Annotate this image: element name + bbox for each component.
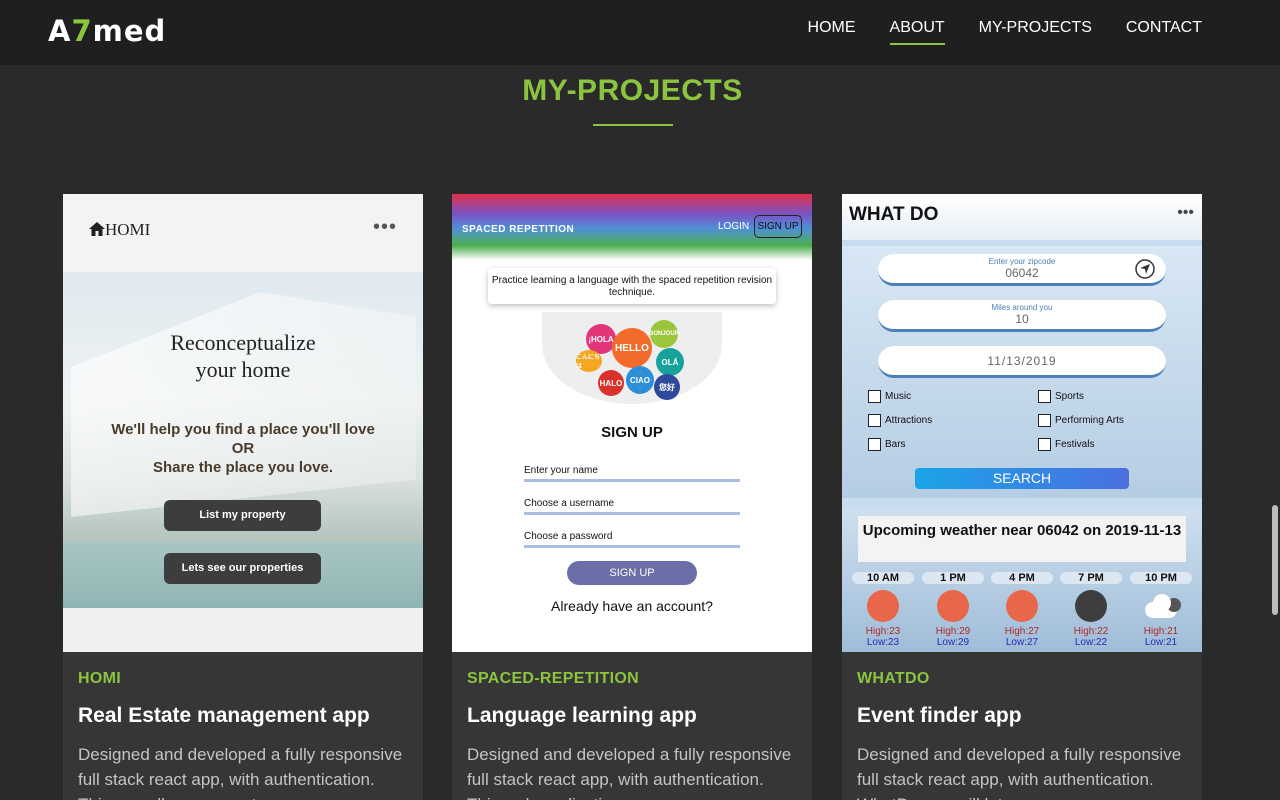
checkbox-performing-arts: Performing Arts bbox=[1038, 414, 1124, 427]
nav-link-about[interactable]: ABOUT bbox=[889, 19, 945, 45]
project-description: Designed and developed a fully responsiv… bbox=[78, 745, 403, 800]
project-card-spaced-repetition[interactable]: SPACED REPETITION LOGIN SIGN UP Practice… bbox=[452, 194, 812, 800]
card-body: WHATDO Event finder app Designed and dev… bbox=[857, 670, 1190, 800]
page-scrollbar[interactable] bbox=[1270, 0, 1280, 800]
sr-signup-heading: SIGN UP bbox=[601, 424, 663, 441]
project-title: Real Estate management app bbox=[78, 704, 370, 727]
bubble-halo: HALO bbox=[598, 370, 624, 396]
wd-header: WHAT DO ••• bbox=[842, 194, 1202, 240]
forecast-slot: 4 PM High:27 Low:27 bbox=[991, 572, 1053, 652]
sr-submit-button: SIGN UP bbox=[567, 561, 697, 585]
bubble-ciao: CIAO bbox=[626, 366, 654, 394]
checkbox-festivals: Festivals bbox=[1038, 438, 1094, 451]
forecast-slot: 10 AM High:23 Low:23 bbox=[852, 572, 914, 652]
nav-link-contact[interactable]: CONTACT bbox=[1126, 19, 1202, 45]
checkbox-attractions: Attractions bbox=[868, 414, 932, 427]
sr-already-account-link: Already have an account? bbox=[551, 598, 713, 614]
nav-links: HOME ABOUT MY-PROJECTS CONTACT bbox=[808, 19, 1202, 45]
homi-subheadline: We'll help you find a place you'll love O… bbox=[111, 421, 375, 476]
project-tag: WHATDO bbox=[857, 670, 930, 687]
card-body: HOMI Real Estate management app Designed… bbox=[78, 670, 411, 800]
homi-brand: HOMI bbox=[89, 220, 150, 240]
forecast-slot: 1 PM High:29 Low:29 bbox=[922, 572, 984, 652]
sr-login-link: LOGIN bbox=[718, 221, 750, 232]
forecast-slot: 10 PM High:21 Low:21 bbox=[1130, 572, 1192, 652]
weather-title: Upcoming weather near 06042 on 2019-11-1… bbox=[858, 516, 1186, 562]
homi-header: HOMI ••• bbox=[63, 194, 423, 272]
card-body: SPACED-REPETITION Language learning app … bbox=[467, 670, 800, 800]
username-field: Choose a username bbox=[524, 498, 740, 515]
list-property-button: List my property bbox=[164, 500, 321, 531]
date-input: 11/13/2019 bbox=[878, 346, 1166, 378]
checkbox-sports: Sports bbox=[1038, 390, 1084, 403]
nav-link-my-projects[interactable]: MY-PROJECTS bbox=[979, 19, 1092, 45]
weather-panel: Upcoming weather near 06042 on 2019-11-1… bbox=[842, 508, 1202, 652]
bubble-ninhao: 您好 bbox=[654, 374, 680, 400]
language-bubbles-illustration: ¡HOLA HELLO BONJOUR OLÁ CIAO HALO こんにちは … bbox=[542, 312, 722, 404]
wd-brand: WHAT DO bbox=[849, 204, 939, 225]
more-menu-icon: ••• bbox=[372, 216, 397, 238]
bubble-konnichiwa: こんにちは bbox=[576, 350, 602, 372]
miles-input: Miles around you 10 bbox=[878, 300, 1166, 332]
location-icon bbox=[1135, 259, 1155, 279]
top-nav: A7med HOME ABOUT MY-PROJECTS CONTACT bbox=[0, 0, 1280, 65]
bubble-bonjour: BONJOUR bbox=[649, 320, 679, 348]
sun-icon bbox=[1006, 590, 1038, 622]
sr-signup-link: SIGN UP bbox=[754, 215, 802, 238]
project-screenshot-whatdo[interactable]: WHAT DO ••• Enter your zipcode 06042 Mile… bbox=[842, 194, 1202, 652]
project-tag: HOMI bbox=[78, 670, 121, 687]
forecast-slot: 7 PM High:22 Low:22 bbox=[1060, 572, 1122, 652]
sr-brand: SPACED REPETITION bbox=[462, 224, 575, 235]
homi-headline: Reconceptualize your home bbox=[170, 330, 316, 382]
section-title: MY-PROJECTS bbox=[522, 74, 743, 107]
title-underline bbox=[593, 124, 673, 126]
name-field: Enter your name bbox=[524, 465, 740, 482]
project-screenshot-spaced-repetition[interactable]: SPACED REPETITION LOGIN SIGN UP Practice… bbox=[452, 194, 812, 652]
sun-icon bbox=[867, 590, 899, 622]
wd-search-form: Enter your zipcode 06042 Miles around you… bbox=[842, 246, 1202, 498]
checkbox-music: Music bbox=[868, 390, 911, 403]
project-screenshot-homi[interactable]: HOMI ••• Reconceptualize your home We'll … bbox=[63, 194, 423, 652]
more-menu-icon: ••• bbox=[1177, 204, 1194, 221]
project-title: Language learning app bbox=[467, 704, 697, 727]
project-tag: SPACED-REPETITION bbox=[467, 670, 639, 687]
bubble-ola: OLÁ bbox=[656, 348, 684, 376]
project-description: Designed and developed a fully responsiv… bbox=[467, 745, 792, 800]
site-logo[interactable]: A7med bbox=[48, 14, 166, 48]
project-title: Event finder app bbox=[857, 704, 1022, 727]
sun-icon bbox=[937, 590, 969, 622]
nav-link-home[interactable]: HOME bbox=[808, 19, 856, 45]
scrollbar-thumb[interactable] bbox=[1272, 505, 1278, 615]
cloud-icon bbox=[1141, 590, 1181, 622]
checkbox-bars: Bars bbox=[868, 438, 906, 451]
project-description: Designed and developed a fully responsiv… bbox=[857, 745, 1182, 800]
see-properties-button: Lets see our properties bbox=[164, 553, 321, 584]
moon-icon bbox=[1075, 590, 1107, 622]
zipcode-input: Enter your zipcode 06042 bbox=[878, 254, 1166, 286]
project-card-whatdo[interactable]: WHAT DO ••• Enter your zipcode 06042 Mile… bbox=[842, 194, 1202, 800]
sr-intro-text: Practice learning a language with the sp… bbox=[488, 268, 776, 304]
project-card-homi[interactable]: HOMI ••• Reconceptualize your home We'll … bbox=[63, 194, 423, 800]
bubble-hello: HELLO bbox=[612, 328, 652, 368]
house-icon bbox=[89, 222, 105, 236]
wd-search-button: SEARCH bbox=[915, 468, 1129, 489]
password-field: Choose a password bbox=[524, 531, 740, 548]
